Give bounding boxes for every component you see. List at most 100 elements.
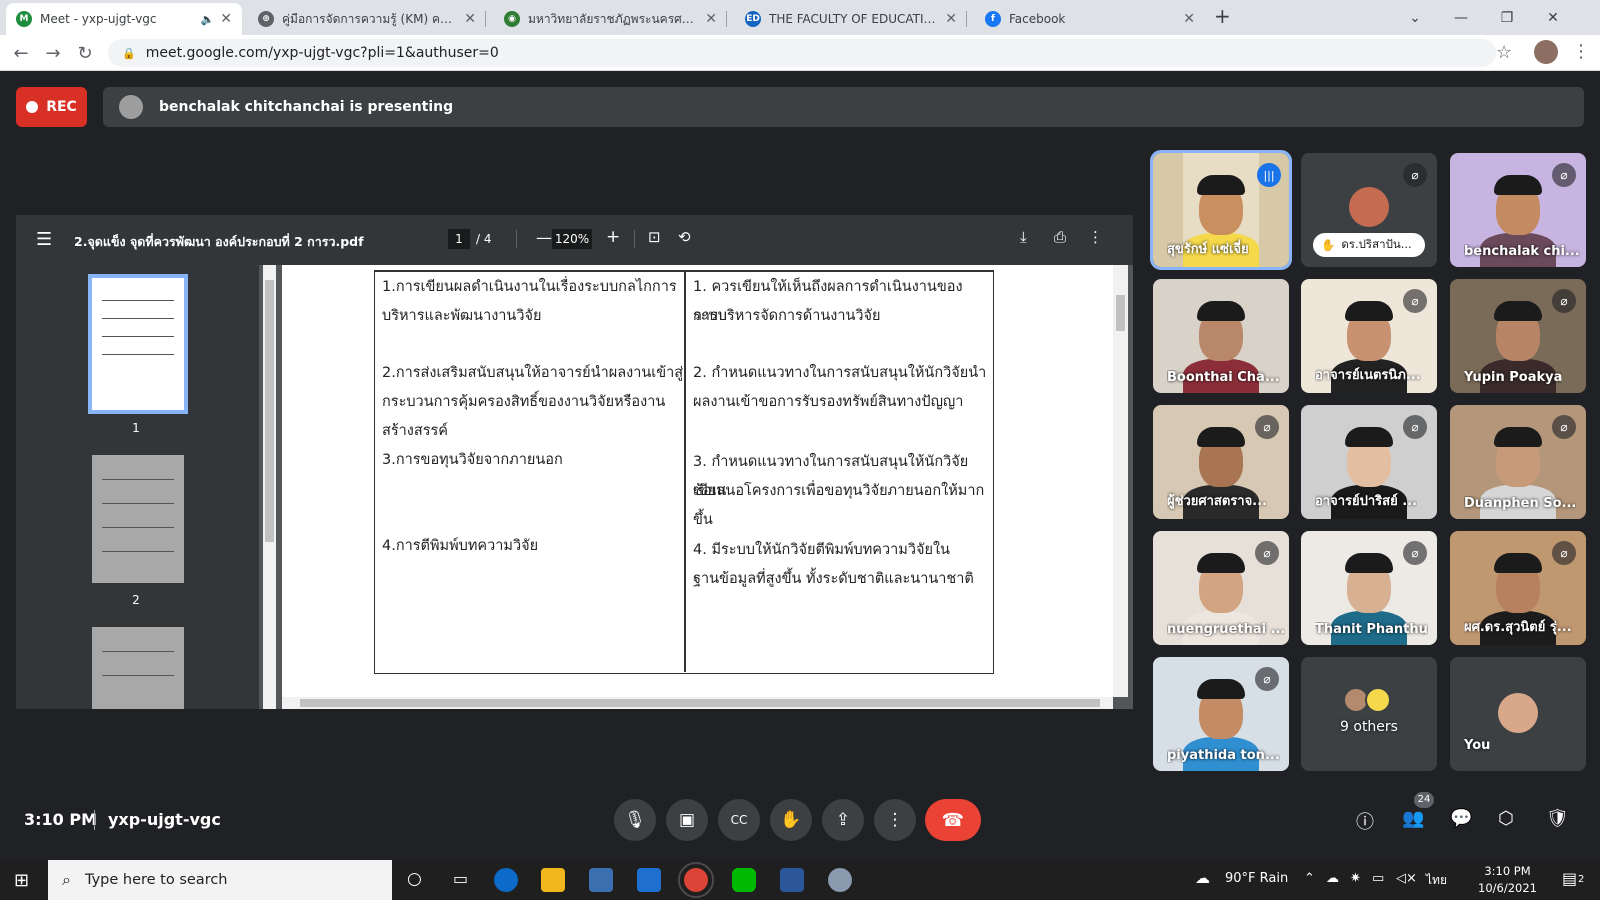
browser-tab-2[interactable]: ⊕ คู่มือการจัดการความรู้ (KM) คณะครุศาสตร… <box>248 3 486 35</box>
more-options-icon[interactable]: ⋮ <box>1088 228 1103 246</box>
edge-icon[interactable] <box>494 868 518 892</box>
participant-tile[interactable]: benchalak chi... ⌀ <box>1450 153 1586 267</box>
chat-button[interactable]: 💬 <box>1450 808 1472 829</box>
present-button[interactable]: ⇪ <box>822 799 864 841</box>
maximize-button[interactable]: ❐ <box>1484 0 1530 35</box>
tray-chevron-icon[interactable]: ⌃ <box>1304 871 1315 886</box>
system-clock[interactable]: 3:10 PM 10/6/2021 <box>1478 863 1537 897</box>
rotate-icon[interactable]: ⟲ <box>678 228 691 246</box>
participant-tile[interactable]: nuengruethai ... ⌀ <box>1153 531 1289 645</box>
participant-tile[interactable]: Boonthai Cha... <box>1153 279 1289 393</box>
file-explorer-icon[interactable] <box>541 868 565 892</box>
line-icon[interactable] <box>732 868 756 892</box>
security-icon[interactable]: ✷ <box>1350 871 1361 886</box>
address-bar[interactable]: 🔒 meet.google.com/yxp-ujgt-vgc?pli=1&aut… <box>108 39 1496 67</box>
windows-start-icon[interactable]: ⊞ <box>14 870 29 891</box>
left-cell-text: กระบวนการคุ้มครองสิทธิ์ของงานวิจัยหรืองา… <box>382 394 666 410</box>
raise-hand-button[interactable]: ✋ <box>770 799 812 841</box>
bookmark-star-icon[interactable]: ☆ <box>1496 42 1512 63</box>
participant-tile[interactable]: ผู้ช่วยศาสตราจ... ⌀ <box>1153 405 1289 519</box>
participant-tile[interactable]: piyathida ton... ⌀ <box>1153 657 1289 771</box>
new-tab-button[interactable]: + <box>1214 4 1231 28</box>
meeting-details-button[interactable]: ⓘ <box>1356 808 1374 834</box>
browser-tab-5[interactable]: f Facebook ✕ <box>975 3 1205 35</box>
tab-close-icon[interactable]: ✕ <box>220 11 232 27</box>
participant-tile[interactable]: อาจารย์เนตรนิภ... ⌀ <box>1301 279 1437 393</box>
taskbar-search-box[interactable]: ⌕ Type here to search <box>48 860 392 900</box>
participant-tile[interactable]: Yupin Poakya ⌀ <box>1450 279 1586 393</box>
forward-button[interactable]: → <box>41 41 65 65</box>
presenting-text: benchalak chitchanchai is presenting <box>159 99 454 115</box>
back-button[interactable]: ← <box>9 41 33 65</box>
fit-page-icon[interactable]: ⊡ <box>648 228 661 246</box>
weather-text[interactable]: 90°F Rain <box>1225 871 1288 886</box>
presenter-avatar <box>119 95 143 119</box>
profile-avatar[interactable] <box>1534 40 1558 64</box>
shield-icon: 🛡 <box>1546 808 1569 829</box>
chrome-icon[interactable] <box>678 862 714 898</box>
browser-menu-icon[interactable]: ⋮ <box>1572 41 1590 62</box>
self-tile[interactable]: You <box>1450 657 1586 771</box>
page-horizontal-scrollbar[interactable] <box>282 697 1113 709</box>
notification-icon[interactable]: ▤ <box>1562 869 1577 888</box>
participant-name: สุขรักษ์ แซ่เจี่ย <box>1167 242 1249 257</box>
zoom-out-button[interactable]: — <box>536 228 552 247</box>
host-controls-button[interactable]: 🛡 <box>1546 808 1569 829</box>
participant-tile[interactable]: ✋ ดร.ปริสาปัน... ⌀ <box>1301 153 1437 267</box>
page-thumbnail-3[interactable] <box>92 627 184 709</box>
participant-video-hair <box>1197 175 1245 195</box>
network-icon[interactable]: ▭ <box>1372 871 1384 886</box>
paint-icon[interactable] <box>828 868 852 892</box>
zoom-in-button[interactable]: + <box>606 227 620 247</box>
participant-tile[interactable]: Duanphen So... ⌀ <box>1450 405 1586 519</box>
browser-tab-4[interactable]: ED THE FACULTY OF EDUCATION ✕ <box>735 3 967 35</box>
participant-tile[interactable]: อาจารย์ปาริสย์ ... ⌀ <box>1301 405 1437 519</box>
people-button[interactable]: 👥 <box>1402 808 1424 829</box>
page-vertical-scrollbar[interactable] <box>1113 265 1128 697</box>
thumbnail-scrollbar[interactable] <box>263 265 276 709</box>
thumbnail-menu-icon[interactable]: ☰ <box>36 229 52 250</box>
captions-button[interactable]: CC <box>718 799 760 841</box>
tab-search-button[interactable]: ⌄ <box>1392 0 1438 35</box>
participant-tile[interactable]: สุขรักษ์ แซ่เจี่ย ||| <box>1150 150 1292 270</box>
reload-button[interactable]: ↻ <box>73 41 97 65</box>
mic-button[interactable]: 🎙 <box>614 799 656 841</box>
page-number-input[interactable]: 1 <box>448 229 470 249</box>
tab-close-icon[interactable]: ✕ <box>464 11 476 27</box>
store-icon[interactable] <box>589 868 613 892</box>
notification-count: 2 <box>1578 874 1585 885</box>
input-language[interactable]: ไทย <box>1426 871 1447 890</box>
window-close-button[interactable]: ✕ <box>1530 0 1576 35</box>
page-thumbnail-2[interactable] <box>92 455 184 583</box>
zoom-level-input[interactable]: 120% <box>552 229 592 249</box>
task-view-icon[interactable]: ▭ <box>453 869 468 888</box>
tab-close-icon[interactable]: ✕ <box>1183 11 1195 27</box>
left-cell-text: สร้างสรรค์ <box>382 423 448 439</box>
recording-badge[interactable]: REC <box>16 87 87 127</box>
minimize-button[interactable]: — <box>1438 0 1484 35</box>
participant-tile[interactable]: Thanit Phanthu ⌀ <box>1301 531 1437 645</box>
participant-tile[interactable]: ผศ.ดร.สุวนิตย์ รุ่... ⌀ <box>1450 531 1586 645</box>
volume-muted-icon[interactable]: ◁× <box>1396 871 1417 886</box>
page-thumbnail-1[interactable] <box>88 274 188 414</box>
cortana-icon[interactable]: ○ <box>407 869 422 889</box>
print-icon[interactable]: ⎙ <box>1054 228 1066 246</box>
pdf-page: 1.การเขียนผลดำเนินงานในเรื่องระบบกลไกการ… <box>282 265 1113 697</box>
speaking-indicator-icon: ||| <box>1257 163 1281 187</box>
participant-tile[interactable]: 9 others <box>1301 657 1437 771</box>
browser-tab-3[interactable]: ◉ มหาวิทยาลัยราชภัฏพระนครศรีอยุธยา ✕ <box>494 3 727 35</box>
tab-close-icon[interactable]: ✕ <box>705 11 717 27</box>
activities-button[interactable]: ⬡ <box>1498 808 1514 829</box>
word-icon[interactable] <box>780 868 804 892</box>
download-icon[interactable]: ⤓ <box>1020 228 1027 246</box>
more-options-button[interactable]: ⋮ <box>874 799 916 841</box>
end-call-button[interactable]: ☎ <box>925 799 981 841</box>
speaker-icon[interactable]: 🔈 <box>201 13 215 26</box>
presenting-banner: benchalak chitchanchai is presenting <box>103 87 1584 127</box>
tab-close-icon[interactable]: ✕ <box>945 11 957 27</box>
onedrive-icon[interactable]: ☁ <box>1326 871 1339 886</box>
camera-button[interactable]: ▣ <box>666 799 708 841</box>
mail-icon[interactable] <box>637 868 661 892</box>
browser-tab-1[interactable]: M Meet - yxp-ujgt-vgc 🔈 ✕ <box>6 3 242 35</box>
tab-title: Meet - yxp-ujgt-vgc <box>40 12 157 26</box>
